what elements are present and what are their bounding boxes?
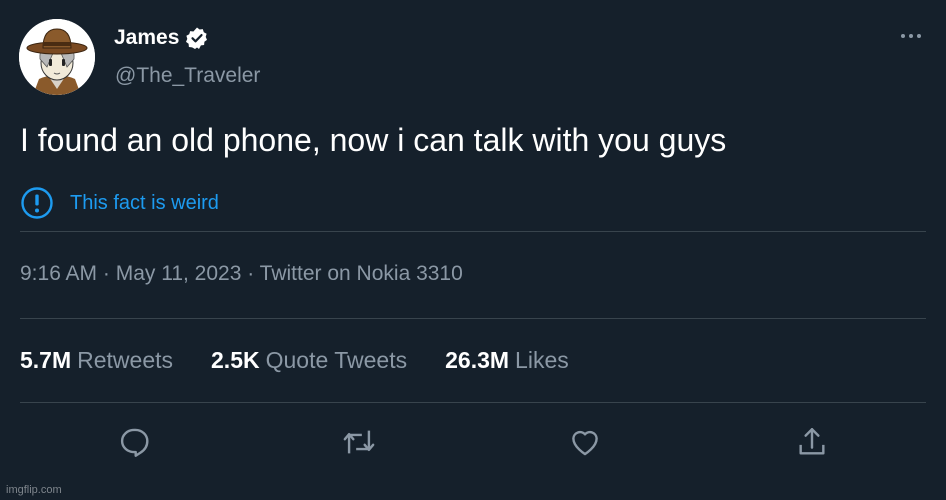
like-icon [572,430,598,456]
verified-badge-icon [186,27,208,49]
likes-stat[interactable]: 26.3M Likes [445,347,569,374]
dot [901,34,905,38]
exclamation-circle-icon [21,187,53,219]
share-button[interactable] [792,422,832,462]
author-name-row[interactable]: James [114,26,209,50]
quote-tweets-label: Quote Tweets [265,347,408,373]
share-icon [799,428,825,455]
action-bar [0,422,946,462]
avatar[interactable] [19,19,95,95]
engagement-stats: 5.7M Retweets 2.5K Quote Tweets 26.3M Li… [20,347,569,374]
likes-label: Likes [515,347,569,373]
retweet-button[interactable] [339,422,379,462]
tweet-text: I found an old phone, now i can talk wit… [20,122,727,158]
author-name[interactable]: James [114,26,179,50]
divider [20,402,926,403]
author-handle[interactable]: @The_Traveler [115,64,260,88]
retweets-label: Retweets [77,347,174,373]
quote-tweets-stat[interactable]: 2.5K Quote Tweets [211,347,407,374]
tweet-timestamp[interactable]: 9:16 AM · May 11, 2023 · Twitter on Noki… [20,262,463,286]
divider [20,318,926,319]
retweets-count: 5.7M [20,347,72,373]
notice-link[interactable]: This fact is weird [70,192,219,215]
dot [909,34,913,38]
dot [917,34,921,38]
notice-row: This fact is weird [20,186,219,220]
more-options-icon[interactable] [896,26,926,46]
retweet-icon [343,430,375,454]
traveler-avatar-icon [19,19,95,95]
reply-button[interactable] [114,422,154,462]
divider [20,231,926,232]
watermark: imgflip.com [6,484,62,496]
quote-tweets-count: 2.5K [211,347,260,373]
retweets-stat[interactable]: 5.7M Retweets [20,347,173,374]
reply-icon [120,428,149,457]
like-button[interactable] [565,422,605,462]
likes-count: 26.3M [445,347,510,373]
